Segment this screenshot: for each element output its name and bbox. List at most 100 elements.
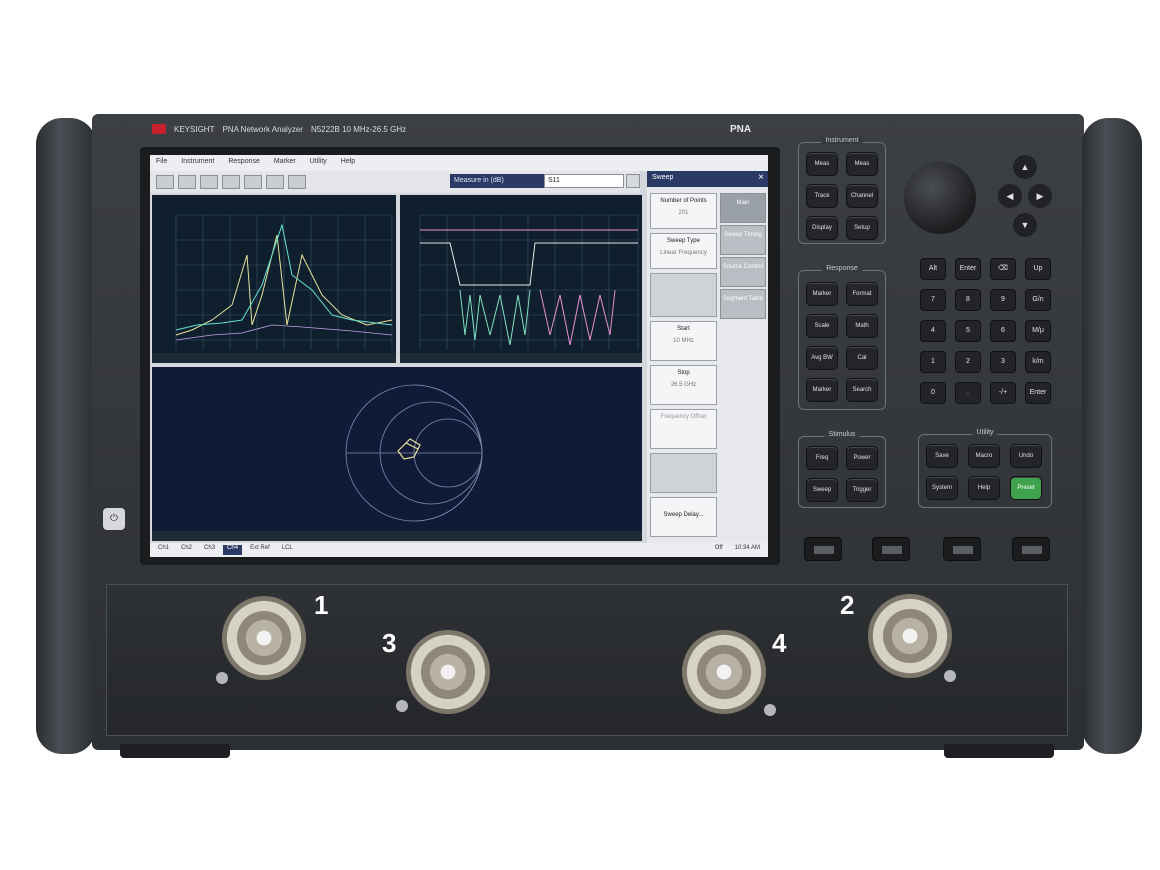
preset-key[interactable]: Preset	[1010, 476, 1042, 500]
numpad-key[interactable]: M/μ	[1025, 320, 1051, 342]
keysight-logo-icon	[152, 124, 166, 134]
menu-utility[interactable]: Utility	[310, 158, 327, 168]
usb-port[interactable]	[872, 537, 910, 561]
numpad-key[interactable]: 5	[955, 320, 981, 342]
avg-bw-key[interactable]: Avg BW	[806, 346, 838, 370]
arrow-left-icon[interactable]: ◀	[998, 184, 1022, 208]
toolbar-button[interactable]	[200, 175, 218, 189]
sweep-key[interactable]: Sweep	[806, 478, 838, 502]
trace-key[interactable]: Trace	[806, 184, 838, 208]
status-item[interactable]: Ch3	[200, 545, 219, 555]
trigger-key[interactable]: Trigger	[846, 478, 878, 502]
numpad-key[interactable]: Up	[1025, 258, 1051, 280]
softkey-blank[interactable]	[650, 273, 717, 317]
rotary-knob[interactable]	[904, 162, 976, 234]
arrow-down-icon[interactable]: ▼	[1013, 213, 1037, 237]
numpad-key[interactable]: Alt	[920, 258, 946, 280]
display-key[interactable]: Display	[806, 216, 838, 240]
arrow-right-icon[interactable]: ▶	[1028, 184, 1052, 208]
trace-plot-1	[152, 214, 396, 363]
cal-key[interactable]: Cal	[846, 346, 878, 370]
numpad-key[interactable]: -/+	[990, 382, 1016, 404]
marker-key[interactable]: Marker	[806, 282, 838, 306]
usb-port[interactable]	[804, 537, 842, 561]
menu-file[interactable]: File	[156, 158, 167, 168]
menu-response[interactable]: Response	[228, 158, 260, 168]
usb-port[interactable]	[943, 537, 981, 561]
toolbar-button[interactable]	[178, 175, 196, 189]
status-item[interactable]: Ch4	[223, 545, 243, 555]
numpad-key[interactable]: 7	[920, 289, 946, 311]
port-connector-2[interactable]	[868, 594, 952, 678]
display-screen[interactable]: File Instrument Response Marker Utility …	[150, 155, 768, 557]
numpad-key[interactable]: 9	[990, 289, 1016, 311]
toolbar-button[interactable]	[266, 175, 284, 189]
scale-key[interactable]: Scale	[806, 314, 838, 338]
numpad-key[interactable]: 2	[955, 351, 981, 373]
toolbar-button[interactable]	[288, 175, 306, 189]
numpad-key[interactable]: Enter	[955, 258, 981, 280]
softkey-blank[interactable]	[650, 453, 717, 493]
softkey-stop[interactable]: Stop 26.5 GHz	[650, 365, 717, 405]
chevron-down-icon[interactable]	[626, 174, 640, 188]
usb-port[interactable]	[1012, 537, 1050, 561]
softkey-start[interactable]: Start 10 MHz	[650, 321, 717, 361]
numpad-key[interactable]: .	[955, 382, 981, 404]
port-connector-3[interactable]	[406, 630, 490, 714]
numpad-key[interactable]: 6	[990, 320, 1016, 342]
numpad-key[interactable]: G/n	[1025, 289, 1051, 311]
marker-key-2[interactable]: Marker	[806, 378, 838, 402]
freq-key[interactable]: Freq	[806, 446, 838, 470]
arrow-up-icon[interactable]: ▲	[1013, 155, 1037, 179]
status-item[interactable]: Ext Ref	[246, 545, 274, 555]
toolbar-button[interactable]	[244, 175, 262, 189]
softkey-sweep-type[interactable]: Sweep Type Linear Frequency	[650, 233, 717, 269]
backspace-icon[interactable]: ⌫	[990, 258, 1016, 280]
numpad-key[interactable]: 1	[920, 351, 946, 373]
smith-chart-window[interactable]	[152, 367, 642, 541]
numpad-key[interactable]: 0	[920, 382, 946, 404]
search-key[interactable]: Search	[846, 378, 878, 402]
numpad-key[interactable]: 3	[990, 351, 1016, 373]
meas-key[interactable]: Meas	[806, 152, 838, 176]
softkey-frequency-offset[interactable]: Frequency Offset	[650, 409, 717, 449]
menu-marker[interactable]: Marker	[274, 158, 296, 168]
setup-key[interactable]: Setup	[846, 216, 878, 240]
toolbar-button[interactable]	[222, 175, 240, 189]
numpad-key[interactable]: k/m	[1025, 351, 1051, 373]
undo-key[interactable]: Undo	[1010, 444, 1042, 468]
power-icon[interactable]: ⏻	[103, 508, 125, 530]
channel-key[interactable]: Channel	[846, 184, 878, 208]
status-item[interactable]: Ch2	[177, 545, 196, 555]
macro-local-key[interactable]: Macro Local	[968, 444, 1000, 468]
status-item[interactable]: LCL	[278, 545, 297, 555]
port-connector-1[interactable]	[222, 596, 306, 680]
tab-sweep-timing[interactable]: Sweep Timing	[720, 225, 766, 255]
screw	[216, 672, 228, 684]
port-connector-4[interactable]	[682, 630, 766, 714]
menu-instrument[interactable]: Instrument	[181, 158, 214, 168]
menu-help[interactable]: Help	[341, 158, 355, 168]
tab-main[interactable]: Main	[720, 193, 766, 223]
measure-select[interactable]: S11	[544, 174, 624, 188]
system-key[interactable]: System	[926, 476, 958, 500]
softkey-number-of-points[interactable]: Number of Points 201	[650, 193, 717, 229]
tab-segment-table[interactable]: Segment Table	[720, 289, 766, 319]
numpad-key[interactable]: 4	[920, 320, 946, 342]
format-key[interactable]: Format	[846, 282, 878, 306]
math-key[interactable]: Math	[846, 314, 878, 338]
tab-source-control[interactable]: Source Control	[720, 257, 766, 287]
meas-key-2[interactable]: Meas	[846, 152, 878, 176]
trace-window-1[interactable]	[152, 195, 396, 363]
numpad-key[interactable]: Enter	[1025, 382, 1051, 404]
toolbar-button[interactable]	[156, 175, 174, 189]
status-item[interactable]: Ch1	[154, 545, 173, 555]
save-recall-key[interactable]: Save Recall	[926, 444, 958, 468]
help-key[interactable]: Help	[968, 476, 1000, 500]
power-key[interactable]: Power	[846, 446, 878, 470]
trace-window-2[interactable]	[400, 195, 642, 363]
port-label-2: 2	[840, 590, 855, 620]
numpad-key[interactable]: 8	[955, 289, 981, 311]
softkey-sweep-delay[interactable]: Sweep Delay...	[650, 497, 717, 537]
close-icon[interactable]: ×	[758, 172, 764, 183]
